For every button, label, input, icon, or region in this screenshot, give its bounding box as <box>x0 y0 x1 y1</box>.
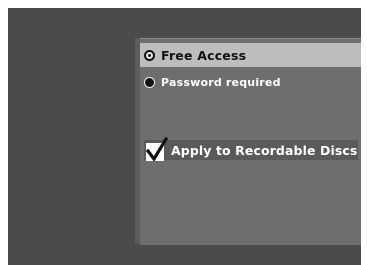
access-settings-panel: Free Access Password required Apply to R… <box>140 38 361 245</box>
apply-recordable-discs-label: Apply to Recordable Discs <box>171 142 358 158</box>
apply-recordable-discs-option[interactable]: Apply to Recordable Discs <box>144 137 358 161</box>
radio-selected-icon[interactable] <box>144 49 155 61</box>
checkbox-checked-icon[interactable] <box>146 137 168 161</box>
free-access-label: Free Access <box>161 47 247 63</box>
free-access-option[interactable]: Free Access <box>140 43 361 67</box>
radio-unselected-icon[interactable] <box>144 76 155 88</box>
screen-background: Free Access Password required Apply to R… <box>8 8 361 265</box>
password-required-option[interactable]: Password required <box>140 70 361 94</box>
password-required-label: Password required <box>161 75 281 89</box>
